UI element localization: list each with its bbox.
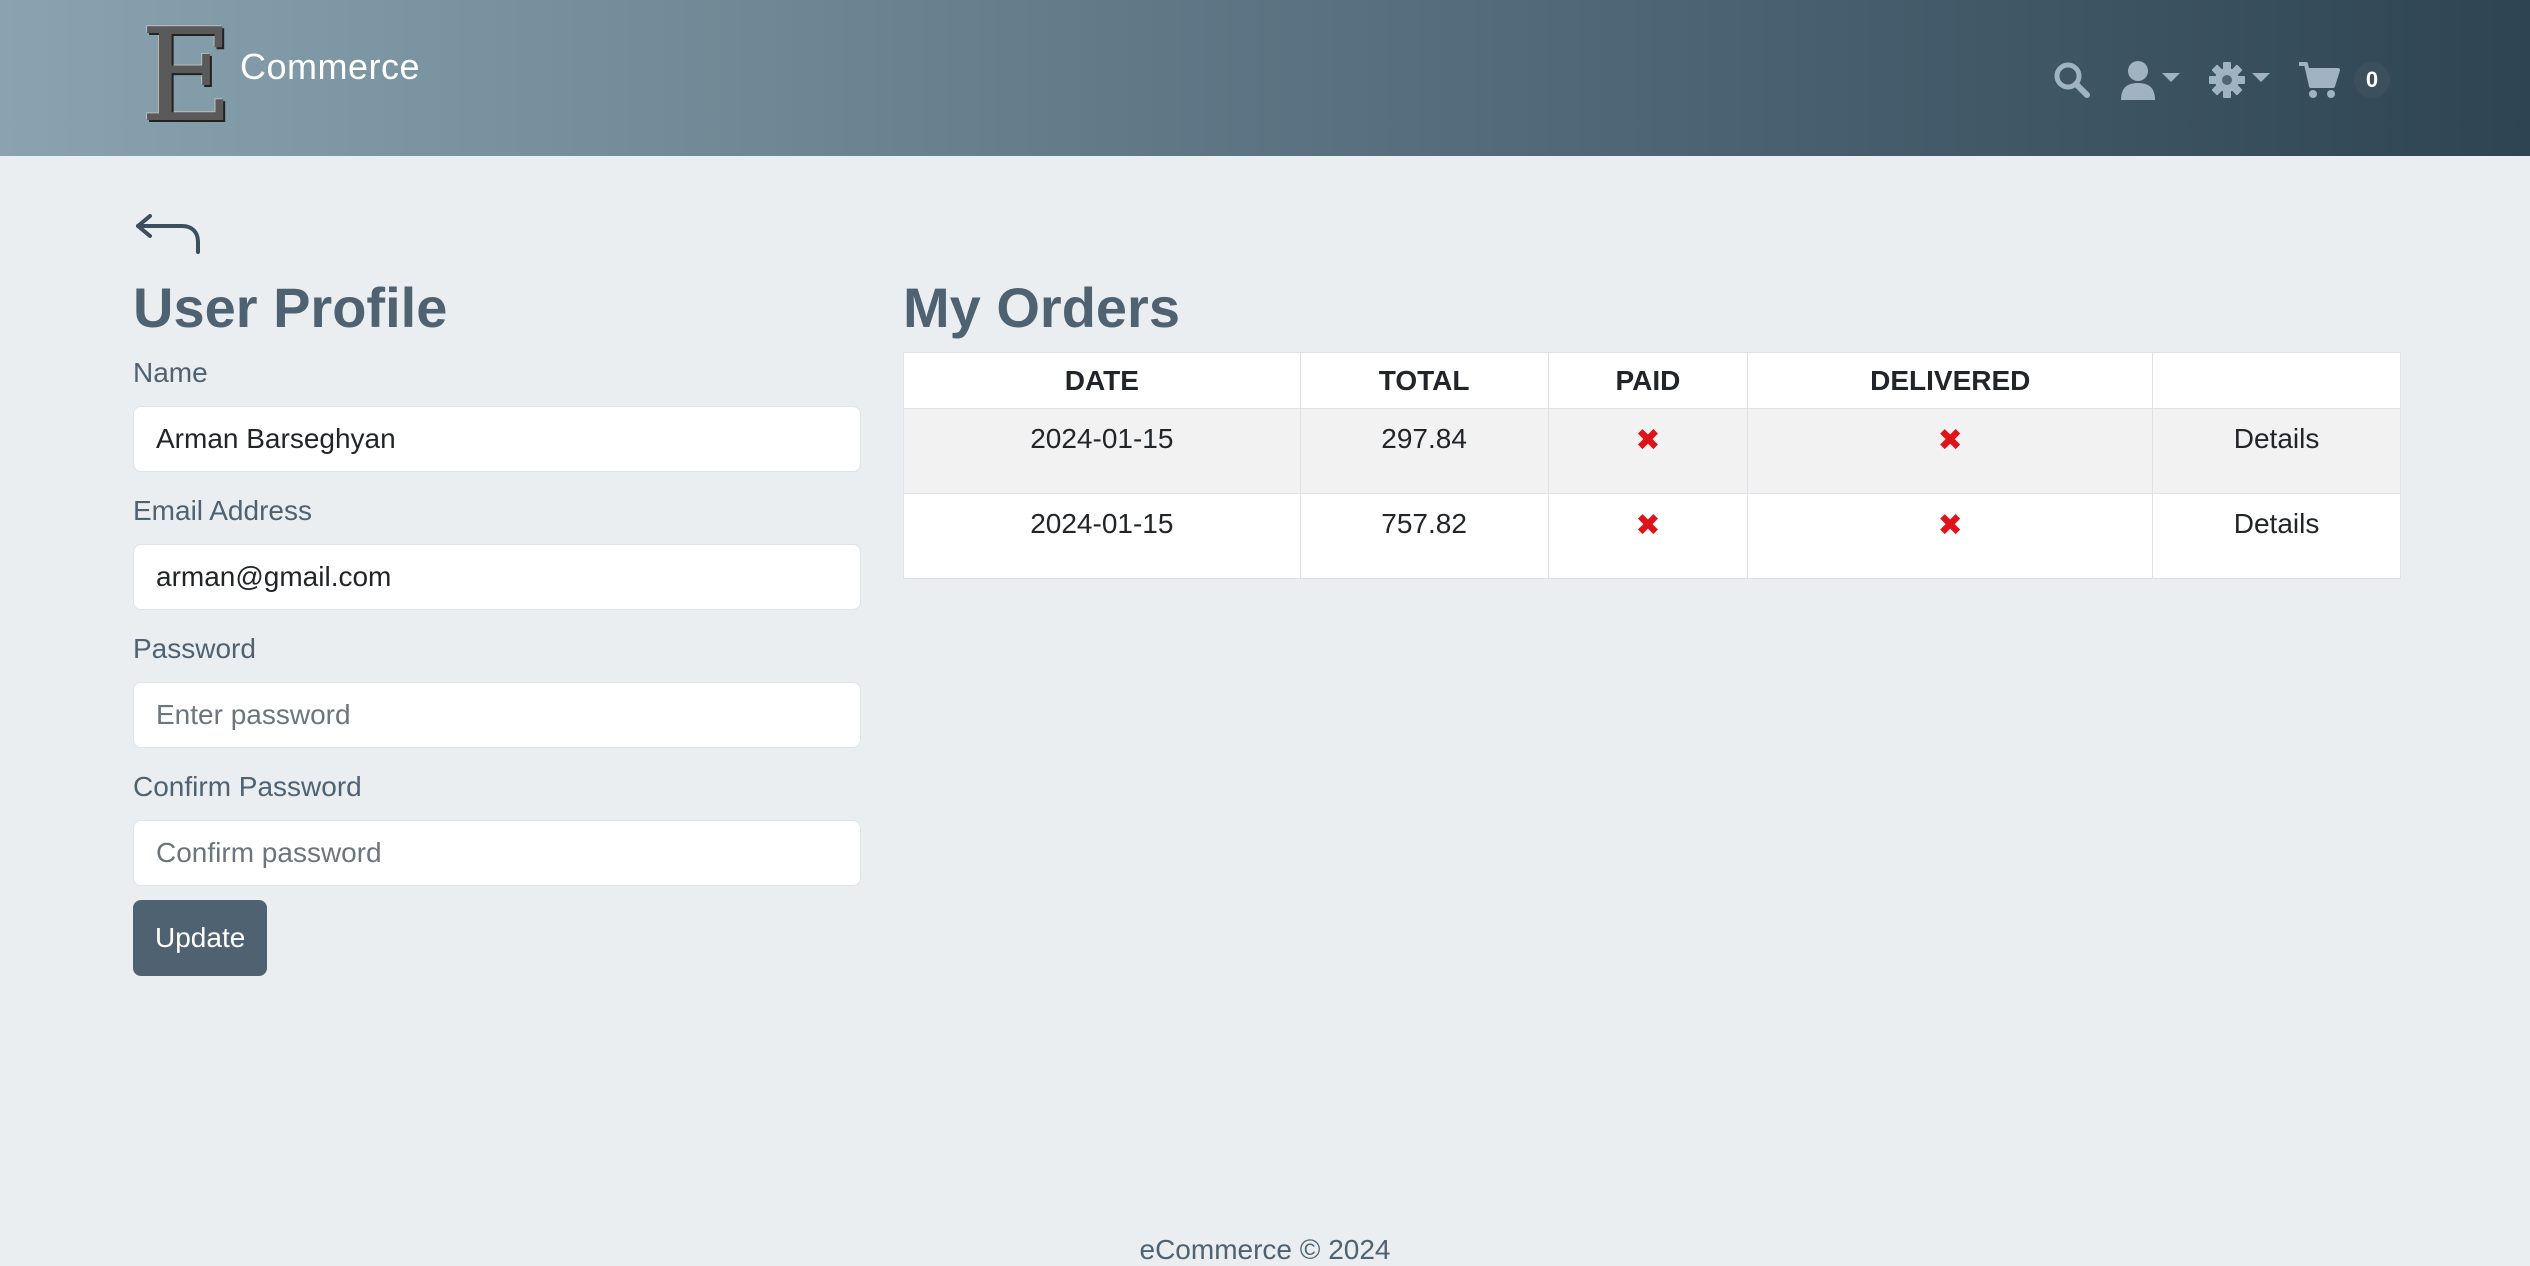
- back-button[interactable]: [134, 214, 204, 258]
- table-row: 2024-01-15 297.84 ✖ ✖ Details: [903, 408, 2401, 494]
- nav-icons: 0: [2024, 54, 2390, 106]
- order-delivered-cell: ✖: [1747, 493, 2154, 579]
- order-total: 297.84: [1299, 408, 1549, 494]
- profile-title: User Profile: [133, 276, 448, 339]
- user-profile-section: User Profile Name Email Address Password…: [133, 272, 861, 976]
- not-paid-icon: ✖: [1635, 509, 1661, 542]
- name-field[interactable]: [133, 406, 861, 472]
- table-row: 2024-01-15 757.82 ✖ ✖ Details: [903, 493, 2401, 579]
- order-date: 2024-01-15: [903, 408, 1301, 494]
- confirm-password-field[interactable]: [133, 820, 861, 886]
- email-field[interactable]: [133, 544, 861, 610]
- my-orders-section: My Orders DATE TOTAL PAID DELIVERED 2024…: [903, 272, 2401, 579]
- back-arrow-icon: [136, 214, 200, 254]
- column-header-delivered: DELIVERED: [1747, 352, 2154, 409]
- navbar: E Commerce 0: [0, 0, 2530, 156]
- not-delivered-icon: ✖: [1937, 509, 1963, 542]
- table-header-row: DATE TOTAL PAID DELIVERED: [903, 352, 2401, 409]
- brand-logo: E: [140, 2, 234, 151]
- password-field[interactable]: [133, 682, 861, 748]
- details-button[interactable]: Details: [2234, 508, 2320, 539]
- brand-link[interactable]: E Commerce: [140, 2, 421, 151]
- search-icon: [2054, 62, 2090, 98]
- order-paid-cell: ✖: [1547, 408, 1749, 494]
- profile-form: Name Email Address Password Confirm Pass…: [133, 354, 861, 976]
- order-delivered-cell: ✖: [1747, 408, 2154, 494]
- brand-name: Commerce: [240, 46, 421, 87]
- user-icon: [2121, 61, 2155, 100]
- not-delivered-icon: ✖: [1937, 424, 1963, 457]
- footer-copyright: eCommerce © 2024: [1139, 1234, 1391, 1265]
- chevron-down-icon: [2252, 72, 2270, 82]
- update-button[interactable]: Update: [133, 900, 268, 976]
- order-date: 2024-01-15: [903, 493, 1301, 579]
- column-header-actions: [2152, 352, 2401, 409]
- name-label: Name: [133, 357, 208, 388]
- settings-menu-button[interactable]: [2208, 61, 2270, 99]
- column-header-date: DATE: [903, 352, 1301, 409]
- chevron-down-icon: [2162, 72, 2180, 82]
- details-button[interactable]: Details: [2234, 423, 2320, 454]
- not-paid-icon: ✖: [1635, 424, 1661, 457]
- email-label: Email Address: [133, 495, 312, 526]
- order-paid-cell: ✖: [1547, 493, 1749, 579]
- cart-count-badge: 0: [2354, 62, 2390, 98]
- cart-button[interactable]: 0: [2298, 61, 2390, 99]
- orders-title: My Orders: [903, 276, 1180, 339]
- password-label: Password: [133, 633, 256, 664]
- orders-table: DATE TOTAL PAID DELIVERED 2024-01-15 297…: [903, 352, 2401, 579]
- column-header-total: TOTAL: [1299, 352, 1549, 409]
- order-actions-cell: Details: [2152, 493, 2401, 579]
- column-header-paid: PAID: [1547, 352, 1749, 409]
- cart-icon: [2299, 62, 2340, 98]
- user-menu-button[interactable]: [2120, 60, 2180, 100]
- order-actions-cell: Details: [2152, 408, 2401, 494]
- confirm-password-label: Confirm Password: [133, 771, 362, 802]
- order-total: 757.82: [1299, 493, 1549, 579]
- gear-icon: [2209, 62, 2245, 98]
- search-button[interactable]: [2052, 60, 2092, 100]
